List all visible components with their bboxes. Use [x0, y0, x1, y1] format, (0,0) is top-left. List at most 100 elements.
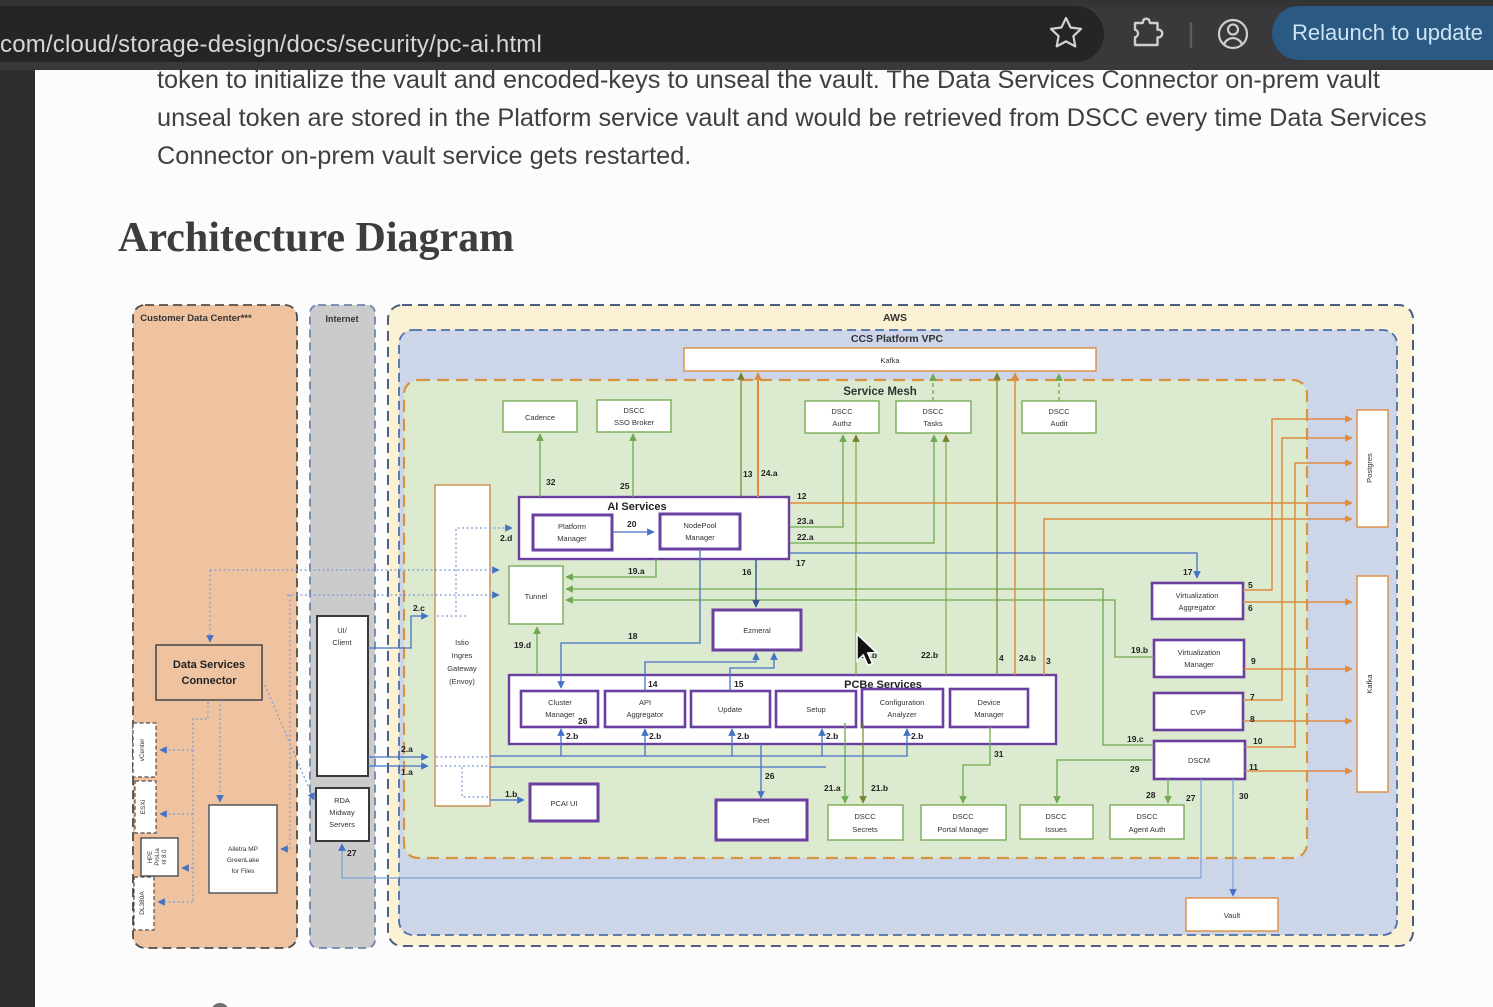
svg-text:Aggregator: Aggregator — [1178, 603, 1216, 612]
svg-text:Data Services: Data Services — [173, 659, 245, 671]
svg-text:9: 9 — [1251, 656, 1256, 666]
svg-text:Device: Device — [978, 698, 1001, 707]
svg-text:Tunnel: Tunnel — [525, 592, 548, 601]
svg-text:Fleet: Fleet — [753, 816, 771, 825]
svg-text:Manager: Manager — [974, 710, 1004, 719]
svg-text:Alletra MP: Alletra MP — [228, 846, 258, 853]
svg-text:25: 25 — [620, 481, 630, 491]
svg-text:Setup: Setup — [806, 705, 826, 714]
svg-text:DSCC: DSCC — [1048, 407, 1070, 416]
svg-text:15: 15 — [734, 679, 744, 689]
svg-text:4: 4 — [999, 653, 1004, 663]
svg-text:Internet: Internet — [325, 314, 358, 324]
svg-text:13: 13 — [743, 469, 753, 479]
svg-text:14: 14 — [648, 679, 658, 689]
svg-text:27: 27 — [1186, 793, 1196, 803]
svg-text:vCenter: vCenter — [139, 738, 146, 762]
svg-text:Aggregator: Aggregator — [626, 710, 664, 719]
svg-text:Istio: Istio — [455, 638, 469, 647]
svg-text:Postgres: Postgres — [1365, 453, 1374, 483]
svg-text:GreenLake: GreenLake — [227, 857, 260, 864]
svg-text:Platform: Platform — [558, 522, 586, 531]
svg-text:2.b: 2.b — [737, 731, 749, 741]
svg-text:2.b: 2.b — [911, 731, 923, 741]
svg-text:19.a: 19.a — [628, 566, 645, 576]
svg-text:UI/: UI/ — [337, 626, 348, 635]
svg-text:28: 28 — [1146, 790, 1156, 800]
svg-text:Servers: Servers — [329, 820, 355, 829]
svg-text:Secrets: Secrets — [852, 825, 878, 834]
svg-text:DSCC: DSCC — [831, 407, 853, 416]
svg-text:for Files: for Files — [231, 868, 255, 875]
svg-text:CVP: CVP — [1190, 708, 1205, 717]
svg-text:DSCC: DSCC — [1045, 812, 1067, 821]
svg-text:Update: Update — [718, 705, 742, 714]
svg-text:Agent Auth: Agent Auth — [1129, 825, 1166, 834]
svg-text:AWS: AWS — [883, 312, 907, 324]
svg-text:16: 16 — [742, 567, 752, 577]
svg-text:22.a: 22.a — [797, 532, 814, 542]
svg-text:32: 32 — [546, 477, 556, 487]
svg-text:21.b: 21.b — [871, 783, 888, 793]
svg-text:7: 7 — [1250, 692, 1255, 702]
svg-text:3: 3 — [1046, 656, 1051, 666]
svg-text:Gateway: Gateway — [447, 664, 477, 673]
svg-text:RDA: RDA — [334, 796, 350, 805]
svg-text:Manager: Manager — [685, 533, 715, 542]
svg-text:19.d: 19.d — [514, 640, 531, 650]
svg-text:20: 20 — [627, 519, 637, 529]
svg-text:Ezmeral: Ezmeral — [743, 626, 771, 635]
svg-text:DL380A: DL380A — [139, 891, 146, 915]
svg-text:DSCC: DSCC — [922, 407, 944, 416]
svg-text:8: 8 — [1250, 714, 1255, 724]
svg-text:23.a: 23.a — [797, 516, 814, 526]
svg-text:26: 26 — [578, 716, 588, 726]
svg-text:DSCM: DSCM — [1188, 756, 1210, 765]
svg-text:18: 18 — [628, 631, 638, 641]
svg-text:Analyzer: Analyzer — [887, 710, 917, 719]
svg-text:HPE: HPE — [148, 851, 154, 863]
svg-text:PCAI UI: PCAI UI — [550, 799, 577, 808]
svg-text:2.b: 2.b — [566, 731, 578, 741]
svg-text:(Envoy): (Envoy) — [449, 677, 475, 686]
svg-text:Service Mesh: Service Mesh — [843, 386, 917, 398]
svg-text:2.b: 2.b — [826, 731, 838, 741]
svg-text:21.a: 21.a — [824, 783, 841, 793]
svg-text:27: 27 — [347, 848, 357, 858]
svg-text:ESXi: ESXi — [140, 800, 147, 814]
svg-text:17: 17 — [796, 558, 806, 568]
svg-text:Cluster: Cluster — [548, 698, 572, 707]
svg-text:Tasks: Tasks — [923, 419, 942, 428]
svg-text:SSO Broker: SSO Broker — [614, 418, 655, 427]
svg-text:24.b: 24.b — [1019, 653, 1036, 663]
svg-text:10: 10 — [1253, 736, 1263, 746]
svg-text:NodePool: NodePool — [684, 521, 717, 530]
svg-text:2.c: 2.c — [413, 603, 425, 613]
svg-text:6: 6 — [1248, 603, 1253, 613]
svg-text:DSCC: DSCC — [854, 812, 876, 821]
svg-text:Cadence: Cadence — [525, 413, 555, 422]
svg-text:Manager: Manager — [557, 534, 587, 543]
svg-text:Virtualization: Virtualization — [1176, 591, 1219, 600]
svg-text:5: 5 — [1248, 580, 1253, 590]
svg-text:Configuration: Configuration — [880, 698, 925, 707]
svg-text:AI Services: AI Services — [607, 501, 666, 513]
svg-text:26: 26 — [765, 771, 775, 781]
svg-text:24.a: 24.a — [761, 468, 778, 478]
svg-text:DSCC: DSCC — [623, 406, 645, 415]
svg-text:22.b: 22.b — [921, 650, 938, 660]
svg-text:Issues: Issues — [1045, 825, 1067, 834]
svg-text:Customer Data Center***: Customer Data Center*** — [140, 313, 252, 324]
svg-text:Midway: Midway — [329, 808, 355, 817]
svg-text:Kafka: Kafka — [1365, 674, 1374, 694]
svg-text:1.b: 1.b — [505, 789, 517, 799]
svg-text:2.d: 2.d — [500, 533, 512, 543]
svg-text:2.a: 2.a — [401, 744, 413, 754]
svg-text:11: 11 — [1249, 762, 1258, 772]
svg-text:Portal Manager: Portal Manager — [937, 825, 989, 834]
svg-text:Ingres: Ingres — [452, 651, 473, 660]
svg-text:1.a: 1.a — [401, 767, 413, 777]
svg-text:DSCC: DSCC — [952, 812, 974, 821]
svg-text:2.b: 2.b — [649, 731, 661, 741]
svg-text:DSCC: DSCC — [1136, 812, 1158, 821]
